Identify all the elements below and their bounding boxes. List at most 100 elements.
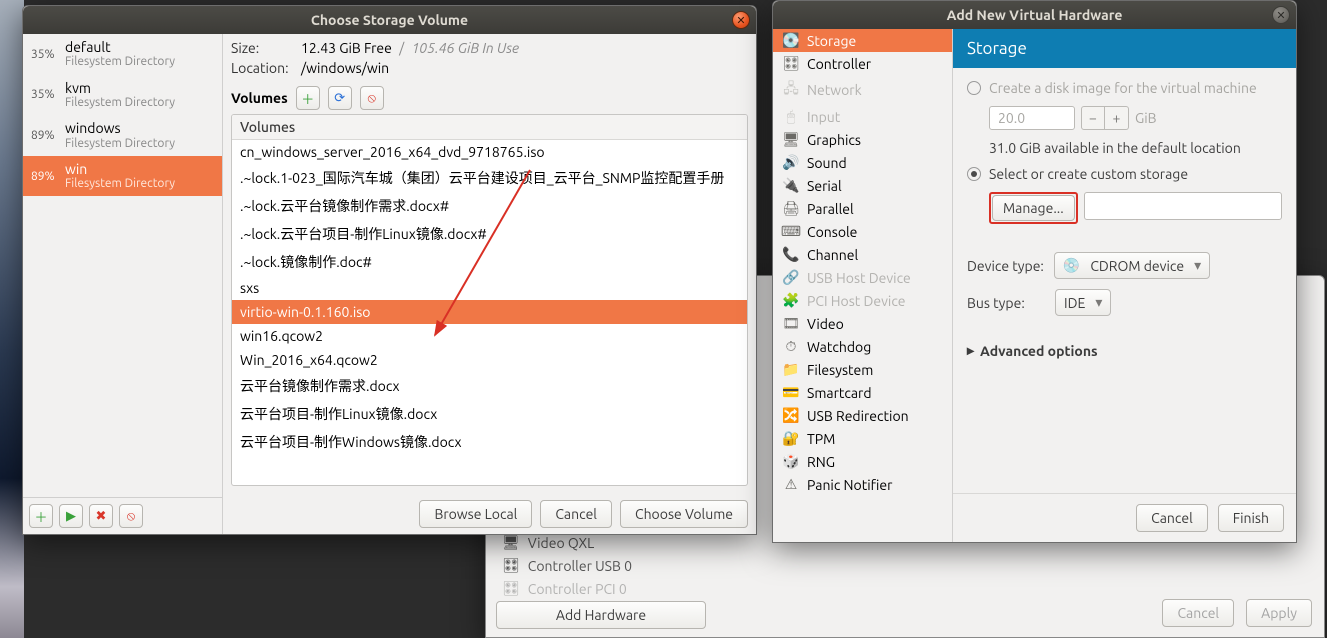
volume-add-button[interactable]: ＋ — [296, 86, 320, 110]
hw-type-panic-notifier[interactable]: Panic Notifier — [773, 473, 952, 496]
hw-type-rng[interactable]: RNG — [773, 450, 952, 473]
addhw-finish-button[interactable]: Finish — [1218, 504, 1284, 532]
volume-row[interactable]: virtio-win-0.1.160.iso — [232, 300, 747, 324]
pool-subtitle: Filesystem Directory — [65, 55, 175, 68]
stepper-minus-icon: − — [1081, 106, 1105, 130]
pool-stop-button[interactable]: ✖ — [89, 504, 113, 528]
size-label: Size: — [231, 40, 301, 56]
add-hardware-button[interactable]: Add Hardware — [496, 601, 706, 629]
hw-type-serial[interactable]: Serial — [773, 174, 952, 197]
pool-delete-button[interactable]: ⦸ — [119, 504, 143, 528]
hw-type-usb-redirection[interactable]: USB Redirection — [773, 404, 952, 427]
addhw-titlebar[interactable]: Add New Virtual Hardware ✕ — [773, 1, 1296, 29]
vm-sidebar-item[interactable]: 🎛Controller PCI 0 — [496, 577, 706, 600]
hw-type-smartcard[interactable]: Smartcard — [773, 381, 952, 404]
hw-type-label: Sound — [807, 155, 847, 171]
close-icon[interactable]: ✕ — [732, 11, 750, 29]
pool-subtitle: Filesystem Directory — [65, 96, 175, 109]
hw-type-parallel[interactable]: Parallel — [773, 197, 952, 220]
vm-apply-button[interactable]: Apply — [1246, 599, 1312, 627]
volume-delete-button[interactable]: ⦸ — [360, 86, 384, 110]
pool-start-button[interactable]: ▶ — [59, 504, 83, 528]
hw-type-usb-host-device: USB Host Device — [773, 266, 952, 289]
volume-table-body: cn_windows_server_2016_x64_dvd_9718765.i… — [232, 140, 747, 485]
i-chan-icon — [783, 246, 799, 263]
choose-volume-button[interactable]: Choose Volume — [620, 500, 748, 528]
stepper-plus-icon: + — [1105, 106, 1129, 130]
storage-cancel-button[interactable]: Cancel — [540, 500, 612, 528]
video-icon: 🖥 — [502, 534, 520, 551]
pool-item-kvm[interactable]: 35%kvmFilesystem Directory — [23, 75, 222, 116]
volume-row[interactable]: 云平台项目-制作Windows镜像.docx — [232, 428, 747, 456]
i-ctrl-icon — [783, 55, 799, 72]
manage-button[interactable]: Manage... — [992, 195, 1075, 221]
addhw-cancel-button[interactable]: Cancel — [1136, 504, 1208, 532]
panel-title: Storage — [953, 29, 1296, 68]
volume-row[interactable]: .~lock.1-023_国际汽车城（集团）云平台建设项目_云平台_SNMP监控… — [232, 164, 747, 192]
i-dog-icon — [783, 338, 799, 355]
pool-percent: 35% — [31, 48, 61, 61]
volume-row[interactable]: .~lock.云平台镜像制作需求.docx# — [232, 192, 747, 220]
hw-type-watchdog[interactable]: Watchdog — [773, 335, 952, 358]
pool-name: win — [65, 162, 175, 177]
add-hardware-dialog: Add New Virtual Hardware ✕ StorageContro… — [772, 0, 1297, 543]
hw-type-label: Parallel — [807, 201, 854, 217]
location-label: Location: — [231, 60, 301, 76]
volume-row[interactable]: .~lock.镜像制作.doc# — [232, 248, 747, 276]
volume-row[interactable]: Win_2016_x64.qcow2 — [232, 348, 747, 372]
bus-type-combo[interactable]: IDE ▾ — [1055, 289, 1111, 316]
disk-size-unit: GiB — [1135, 110, 1157, 126]
device-type-label: Device type: — [967, 258, 1044, 274]
volume-table-header[interactable]: Volumes — [232, 115, 747, 140]
volume-row[interactable]: cn_windows_server_2016_x64_dvd_9718765.i… — [232, 140, 747, 164]
hw-type-network: Network — [773, 75, 952, 105]
device-type-combo[interactable]: 💿 CDROM device ▾ — [1054, 252, 1210, 279]
hw-type-channel[interactable]: Channel — [773, 243, 952, 266]
hw-type-storage[interactable]: Storage — [773, 29, 952, 52]
hw-type-graphics[interactable]: Graphics — [773, 128, 952, 151]
pool-add-button[interactable]: ＋ — [29, 504, 53, 528]
cdrom-icon: 💿 — [1063, 257, 1080, 274]
volume-row[interactable]: win16.qcow2 — [232, 324, 747, 348]
hw-type-label: PCI Host Device — [807, 293, 906, 309]
i-fs-icon — [783, 361, 799, 378]
pool-item-win[interactable]: 89%winFilesystem Directory — [23, 156, 222, 197]
hw-type-label: TPM — [807, 431, 835, 447]
i-usb-icon — [783, 269, 799, 286]
hw-type-console[interactable]: Console — [773, 220, 952, 243]
hw-type-label: RNG — [807, 454, 835, 470]
addhw-title: Add New Virtual Hardware — [947, 7, 1123, 23]
volume-row[interactable]: 云平台项目-制作Linux镜像.docx — [232, 400, 747, 428]
volume-row[interactable]: 云平台镜像制作需求.docx — [232, 372, 747, 400]
advanced-options-toggle[interactable]: Advanced options — [967, 342, 1282, 359]
pool-name: kvm — [65, 81, 175, 96]
available-space-text: 31.0 GiB available in the default locati… — [989, 140, 1282, 156]
hw-type-video[interactable]: Video — [773, 312, 952, 335]
hw-type-sound[interactable]: Sound — [773, 151, 952, 174]
disk-size-stepper: − + — [1081, 106, 1129, 130]
close-icon[interactable]: ✕ — [1272, 6, 1290, 24]
storage-title: Choose Storage Volume — [311, 12, 468, 28]
vm-sidebar-item[interactable]: 🎛Controller USB 0 — [496, 554, 706, 577]
storage-titlebar[interactable]: Choose Storage Volume ✕ — [23, 6, 756, 34]
hw-type-label: Smartcard — [807, 385, 872, 401]
i-gfx-icon — [783, 131, 799, 148]
hw-type-tpm[interactable]: TPM — [773, 427, 952, 450]
volume-refresh-button[interactable]: ⟳ — [328, 86, 352, 110]
volume-row[interactable]: sxs — [232, 276, 747, 300]
volume-row[interactable]: .~lock.云平台项目-制作Linux镜像.docx# — [232, 220, 747, 248]
i-vid-icon — [783, 315, 799, 332]
hw-type-label: Serial — [807, 178, 842, 194]
bus-type-label: Bus type: — [967, 295, 1045, 311]
vm-cancel-button[interactable]: Cancel — [1162, 599, 1234, 627]
radio-select-storage[interactable]: Select or create custom storage — [967, 166, 1282, 182]
hw-type-controller[interactable]: Controller — [773, 52, 952, 75]
storage-path-input[interactable] — [1084, 192, 1282, 220]
hw-type-input: Input — [773, 105, 952, 128]
pool-item-windows[interactable]: 89%windowsFilesystem Directory — [23, 115, 222, 156]
hw-type-filesystem[interactable]: Filesystem — [773, 358, 952, 381]
radio-icon — [967, 81, 981, 95]
browse-local-button[interactable]: Browse Local — [419, 500, 532, 528]
radio-icon — [967, 167, 981, 181]
pool-item-default[interactable]: 35%defaultFilesystem Directory — [23, 34, 222, 75]
